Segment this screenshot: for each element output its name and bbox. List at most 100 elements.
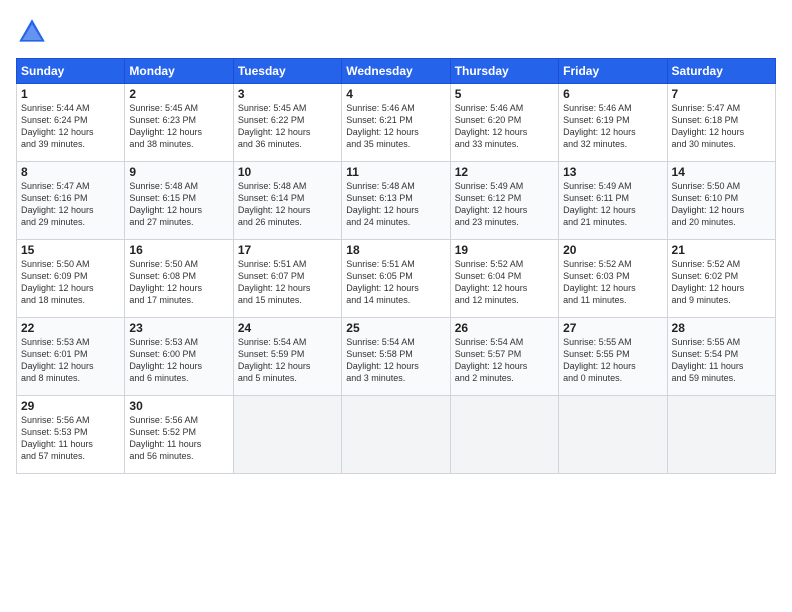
calendar-day-cell: 21Sunrise: 5:52 AM Sunset: 6:02 PM Dayli… [667,240,775,318]
calendar-day-cell: 19Sunrise: 5:52 AM Sunset: 6:04 PM Dayli… [450,240,558,318]
day-number: 7 [672,87,771,101]
day-number: 4 [346,87,445,101]
calendar-day-cell: 1Sunrise: 5:44 AM Sunset: 6:24 PM Daylig… [17,84,125,162]
calendar-header-row: SundayMondayTuesdayWednesdayThursdayFrid… [17,59,776,84]
day-number: 29 [21,399,120,413]
calendar-day-cell: 15Sunrise: 5:50 AM Sunset: 6:09 PM Dayli… [17,240,125,318]
day-number: 14 [672,165,771,179]
calendar-day-cell: 12Sunrise: 5:49 AM Sunset: 6:12 PM Dayli… [450,162,558,240]
day-number: 15 [21,243,120,257]
day-info: Sunrise: 5:51 AM Sunset: 6:07 PM Dayligh… [238,258,337,307]
day-number: 20 [563,243,662,257]
day-info: Sunrise: 5:54 AM Sunset: 5:57 PM Dayligh… [455,336,554,385]
calendar-day-cell: 4Sunrise: 5:46 AM Sunset: 6:21 PM Daylig… [342,84,450,162]
day-info: Sunrise: 5:53 AM Sunset: 6:00 PM Dayligh… [129,336,228,385]
day-number: 10 [238,165,337,179]
day-number: 13 [563,165,662,179]
day-info: Sunrise: 5:46 AM Sunset: 6:21 PM Dayligh… [346,102,445,151]
day-number: 12 [455,165,554,179]
calendar-day-cell: 22Sunrise: 5:53 AM Sunset: 6:01 PM Dayli… [17,318,125,396]
day-header-tuesday: Tuesday [233,59,341,84]
day-header-monday: Monday [125,59,233,84]
calendar-empty-cell [342,396,450,474]
day-number: 26 [455,321,554,335]
day-header-wednesday: Wednesday [342,59,450,84]
day-number: 19 [455,243,554,257]
calendar-empty-cell [450,396,558,474]
day-info: Sunrise: 5:52 AM Sunset: 6:03 PM Dayligh… [563,258,662,307]
day-info: Sunrise: 5:49 AM Sunset: 6:12 PM Dayligh… [455,180,554,229]
day-number: 17 [238,243,337,257]
day-number: 9 [129,165,228,179]
calendar-day-cell: 3Sunrise: 5:45 AM Sunset: 6:22 PM Daylig… [233,84,341,162]
calendar-day-cell: 6Sunrise: 5:46 AM Sunset: 6:19 PM Daylig… [559,84,667,162]
day-info: Sunrise: 5:48 AM Sunset: 6:15 PM Dayligh… [129,180,228,229]
calendar-day-cell: 25Sunrise: 5:54 AM Sunset: 5:58 PM Dayli… [342,318,450,396]
day-number: 23 [129,321,228,335]
calendar-day-cell: 20Sunrise: 5:52 AM Sunset: 6:03 PM Dayli… [559,240,667,318]
calendar-day-cell: 9Sunrise: 5:48 AM Sunset: 6:15 PM Daylig… [125,162,233,240]
day-number: 6 [563,87,662,101]
calendar-day-cell: 14Sunrise: 5:50 AM Sunset: 6:10 PM Dayli… [667,162,775,240]
day-number: 5 [455,87,554,101]
logo [16,16,52,48]
day-number: 16 [129,243,228,257]
calendar-day-cell: 26Sunrise: 5:54 AM Sunset: 5:57 PM Dayli… [450,318,558,396]
day-info: Sunrise: 5:46 AM Sunset: 6:20 PM Dayligh… [455,102,554,151]
calendar-week-row: 29Sunrise: 5:56 AM Sunset: 5:53 PM Dayli… [17,396,776,474]
day-info: Sunrise: 5:48 AM Sunset: 6:13 PM Dayligh… [346,180,445,229]
calendar-day-cell: 7Sunrise: 5:47 AM Sunset: 6:18 PM Daylig… [667,84,775,162]
calendar-day-cell: 2Sunrise: 5:45 AM Sunset: 6:23 PM Daylig… [125,84,233,162]
day-number: 25 [346,321,445,335]
calendar-day-cell: 8Sunrise: 5:47 AM Sunset: 6:16 PM Daylig… [17,162,125,240]
day-info: Sunrise: 5:56 AM Sunset: 5:52 PM Dayligh… [129,414,228,463]
day-info: Sunrise: 5:45 AM Sunset: 6:22 PM Dayligh… [238,102,337,151]
logo-icon [16,16,48,48]
day-info: Sunrise: 5:55 AM Sunset: 5:54 PM Dayligh… [672,336,771,385]
calendar-week-row: 8Sunrise: 5:47 AM Sunset: 6:16 PM Daylig… [17,162,776,240]
day-number: 2 [129,87,228,101]
day-info: Sunrise: 5:54 AM Sunset: 5:59 PM Dayligh… [238,336,337,385]
day-info: Sunrise: 5:48 AM Sunset: 6:14 PM Dayligh… [238,180,337,229]
day-number: 21 [672,243,771,257]
day-info: Sunrise: 5:44 AM Sunset: 6:24 PM Dayligh… [21,102,120,151]
calendar-day-cell: 23Sunrise: 5:53 AM Sunset: 6:00 PM Dayli… [125,318,233,396]
day-header-saturday: Saturday [667,59,775,84]
calendar-day-cell: 16Sunrise: 5:50 AM Sunset: 6:08 PM Dayli… [125,240,233,318]
day-info: Sunrise: 5:45 AM Sunset: 6:23 PM Dayligh… [129,102,228,151]
day-info: Sunrise: 5:56 AM Sunset: 5:53 PM Dayligh… [21,414,120,463]
day-info: Sunrise: 5:49 AM Sunset: 6:11 PM Dayligh… [563,180,662,229]
calendar-empty-cell [667,396,775,474]
day-info: Sunrise: 5:55 AM Sunset: 5:55 PM Dayligh… [563,336,662,385]
day-number: 18 [346,243,445,257]
day-info: Sunrise: 5:54 AM Sunset: 5:58 PM Dayligh… [346,336,445,385]
day-info: Sunrise: 5:53 AM Sunset: 6:01 PM Dayligh… [21,336,120,385]
day-number: 3 [238,87,337,101]
calendar-empty-cell [233,396,341,474]
day-info: Sunrise: 5:47 AM Sunset: 6:16 PM Dayligh… [21,180,120,229]
calendar-day-cell: 13Sunrise: 5:49 AM Sunset: 6:11 PM Dayli… [559,162,667,240]
day-number: 11 [346,165,445,179]
calendar-day-cell: 28Sunrise: 5:55 AM Sunset: 5:54 PM Dayli… [667,318,775,396]
day-info: Sunrise: 5:50 AM Sunset: 6:08 PM Dayligh… [129,258,228,307]
day-info: Sunrise: 5:47 AM Sunset: 6:18 PM Dayligh… [672,102,771,151]
calendar-week-row: 22Sunrise: 5:53 AM Sunset: 6:01 PM Dayli… [17,318,776,396]
calendar-day-cell: 27Sunrise: 5:55 AM Sunset: 5:55 PM Dayli… [559,318,667,396]
day-number: 24 [238,321,337,335]
calendar-day-cell: 29Sunrise: 5:56 AM Sunset: 5:53 PM Dayli… [17,396,125,474]
day-number: 28 [672,321,771,335]
day-info: Sunrise: 5:50 AM Sunset: 6:09 PM Dayligh… [21,258,120,307]
calendar-empty-cell [559,396,667,474]
day-number: 22 [21,321,120,335]
day-header-thursday: Thursday [450,59,558,84]
day-info: Sunrise: 5:51 AM Sunset: 6:05 PM Dayligh… [346,258,445,307]
day-info: Sunrise: 5:52 AM Sunset: 6:04 PM Dayligh… [455,258,554,307]
calendar-week-row: 15Sunrise: 5:50 AM Sunset: 6:09 PM Dayli… [17,240,776,318]
calendar-day-cell: 11Sunrise: 5:48 AM Sunset: 6:13 PM Dayli… [342,162,450,240]
calendar-day-cell: 30Sunrise: 5:56 AM Sunset: 5:52 PM Dayli… [125,396,233,474]
day-info: Sunrise: 5:52 AM Sunset: 6:02 PM Dayligh… [672,258,771,307]
page-header [16,16,776,48]
day-header-sunday: Sunday [17,59,125,84]
calendar-day-cell: 10Sunrise: 5:48 AM Sunset: 6:14 PM Dayli… [233,162,341,240]
day-header-friday: Friday [559,59,667,84]
